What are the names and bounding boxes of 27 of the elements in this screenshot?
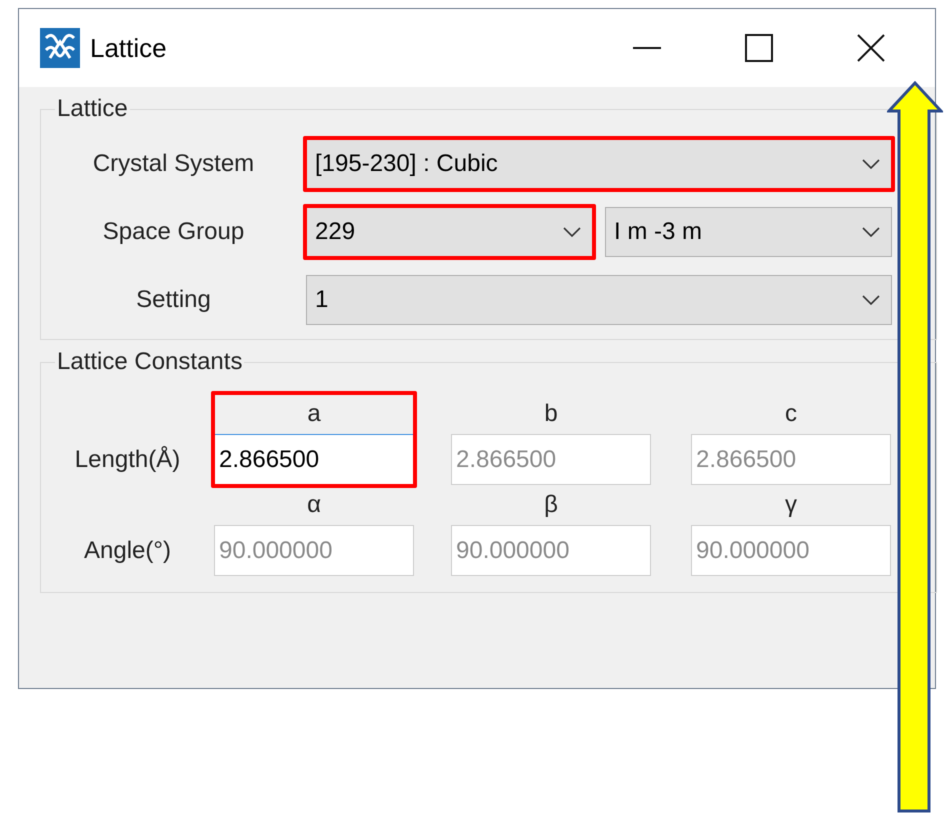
- maximize-icon: [745, 34, 773, 62]
- field-label: Crystal System: [92, 149, 256, 179]
- column-header: b: [543, 399, 559, 429]
- chevron-down-icon: [562, 226, 582, 238]
- group-title: Lattice Constants: [56, 347, 244, 377]
- field-label: Space Group: [102, 217, 246, 247]
- column-header: γ: [784, 490, 798, 520]
- chevron-down-icon: [861, 158, 881, 170]
- field-label: Angle(°): [83, 536, 172, 566]
- column-header: a: [306, 399, 322, 429]
- minimize-icon: [633, 47, 661, 49]
- number-field[interactable]: 2.866500: [214, 434, 414, 485]
- column-header: α: [306, 490, 322, 520]
- dropdown[interactable]: 1: [306, 275, 892, 325]
- group-title: Lattice: [56, 94, 129, 124]
- dropdown[interactable]: [195-230] : Cubic: [306, 139, 892, 189]
- field-label: Length(Å): [74, 444, 182, 474]
- dropdown[interactable]: 229: [306, 207, 593, 257]
- app-logo-icon: [40, 28, 80, 68]
- column-header: c: [784, 399, 798, 429]
- chevron-down-icon: [861, 226, 881, 238]
- chevron-down-icon: [861, 294, 881, 306]
- window-title: Lattice: [90, 32, 167, 64]
- close-icon: [857, 34, 885, 62]
- field-label: Setting: [135, 285, 212, 315]
- column-header: β: [543, 490, 559, 520]
- dropdown[interactable]: I m -3 m: [605, 207, 892, 257]
